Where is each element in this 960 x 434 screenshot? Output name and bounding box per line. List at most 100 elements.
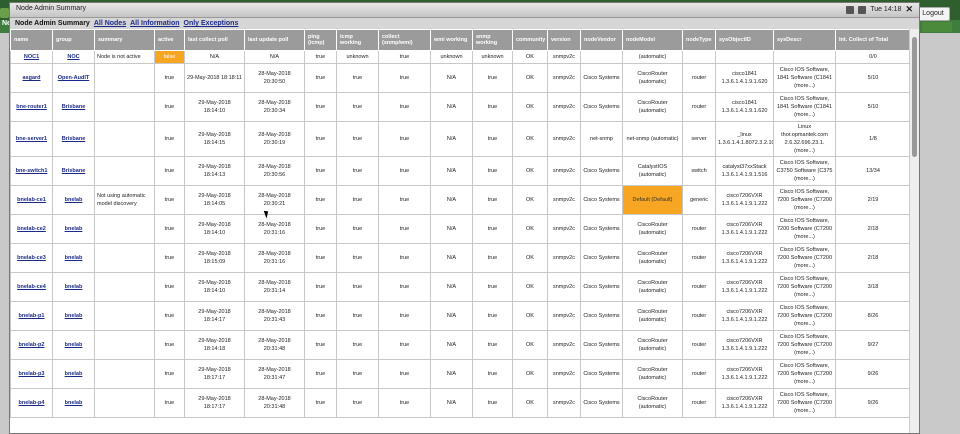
cell-collect: true [378, 301, 431, 331]
node-group-link[interactable]: bnelab [65, 400, 83, 406]
node-group-link[interactable]: bnelab [65, 255, 83, 261]
cell-last_collect: 29-May-2018 18:15:09 [184, 243, 245, 273]
cell-summary: Node is not active [94, 50, 155, 64]
cell-last_collect: 29-May-2018 18:14:10 [184, 272, 245, 302]
cell-icmp: true [336, 388, 379, 418]
desktop-app-icon[interactable] [0, 8, 9, 18]
node-group-link[interactable]: Brisbane [62, 104, 86, 110]
node-name-link[interactable]: bne-router1 [16, 104, 47, 110]
col-header[interactable]: last collect poll [184, 29, 245, 51]
cell-icmp: true [336, 63, 379, 93]
table-header-row: name group summary active last collect p… [10, 29, 911, 51]
cell-wmi: N/A [430, 63, 473, 93]
col-header[interactable]: name [10, 29, 53, 51]
cell-collect: true [378, 388, 431, 418]
node-name-link[interactable]: bnelab-ce3 [17, 255, 46, 261]
window-controls: Tue 14:18 ✕ [846, 4, 913, 15]
cell-type: router [682, 214, 716, 244]
close-icon[interactable]: ✕ [905, 4, 913, 15]
logout-button[interactable]: Logout [916, 7, 950, 21]
cell-ping: true [304, 301, 337, 331]
scrollbar-thumb[interactable] [912, 37, 917, 157]
node-name-link[interactable]: NOC1 [24, 54, 39, 60]
node-group-link[interactable]: bnelab [65, 371, 83, 377]
cell-icmp: true [336, 214, 379, 244]
maximize-icon[interactable] [858, 5, 867, 14]
table-row: asgard Open-AudIT true 29-May-2018 18:18:11… [10, 63, 911, 93]
cell-sysobj: cisco7206VXR 1.3.6.1.4.1.9.1.222 [715, 301, 774, 331]
cell-ping: true [304, 92, 337, 122]
link-all-nodes[interactable]: All Nodes [94, 18, 126, 29]
cell-snmp: true [472, 156, 513, 186]
col-header[interactable]: wmi working [430, 29, 473, 51]
cell-last_update: 28-May-2018 20:30:34 [244, 92, 305, 122]
node-name-link[interactable]: bne-server1 [16, 136, 47, 142]
col-header[interactable]: sysDescr [773, 29, 836, 51]
cell-collect: true [378, 92, 431, 122]
cell-active: true [154, 214, 185, 244]
cell-icmp: unknown [336, 50, 379, 64]
cell-name: bnelab-p4 [10, 388, 53, 418]
vertical-scrollbar[interactable] [909, 29, 919, 433]
cell-community: OK [512, 301, 548, 331]
minimize-icon[interactable] [846, 5, 855, 14]
window-titlebar[interactable]: Node Admin Summary Tue 14:18 ✕ [10, 3, 919, 18]
cell-snmp: true [472, 388, 513, 418]
col-header[interactable]: Int. Collect of Total [835, 29, 911, 51]
node-group-link[interactable]: bnelab [65, 197, 83, 203]
node-name-link[interactable]: bnelab-p2 [19, 342, 45, 348]
node-group-link[interactable]: bnelab [65, 226, 83, 232]
node-name-link[interactable]: bnelab-ce2 [17, 226, 46, 232]
node-group-link[interactable]: Brisbane [62, 168, 86, 174]
node-summary-table: name group summary active last collect p… [10, 29, 911, 418]
cell-name: bnelab-p2 [10, 330, 53, 360]
col-header[interactable]: summary [94, 29, 155, 51]
node-name-link[interactable]: bnelab-p4 [19, 400, 45, 406]
col-header[interactable]: collect (snmp/wmi) [378, 29, 431, 51]
cell-collect: true [378, 185, 431, 215]
node-group-link[interactable]: bnelab [65, 342, 83, 348]
col-header[interactable]: active [154, 29, 185, 51]
col-header[interactable]: group [52, 29, 95, 51]
col-header[interactable]: nodeModel [622, 29, 683, 51]
cell-version: snmpv2c [547, 92, 581, 122]
node-name-link[interactable]: bnelab-p1 [19, 313, 45, 319]
cell-sysobj: cisco1841 1.3.6.1.4.1.9.1.620 [715, 92, 774, 122]
node-group-link[interactable]: Open-AudIT [58, 75, 89, 81]
link-all-information[interactable]: All Information [130, 18, 179, 29]
col-header[interactable]: nodeVendor [580, 29, 623, 51]
col-header[interactable]: community [512, 29, 548, 51]
node-name-link[interactable]: bnelab-ce4 [17, 284, 46, 290]
cell-ping: true [304, 359, 337, 389]
col-header[interactable]: snmp working [472, 29, 513, 51]
cell-group: bnelab [52, 243, 95, 273]
cell-version: snmpv2c [547, 50, 581, 64]
node-name-link[interactable]: bnelab-ce1 [17, 197, 46, 203]
cell-group: bnelab [52, 359, 95, 389]
node-group-link[interactable]: NOC [67, 54, 79, 60]
col-header[interactable]: nodeType [682, 29, 716, 51]
cell-ping: true [304, 63, 337, 93]
node-name-link[interactable]: asgard [22, 75, 40, 81]
col-header[interactable]: icmp working [336, 29, 379, 51]
col-header[interactable]: ping (icmp) [304, 29, 337, 51]
cell-last_collect: 29-May-2018 18:14:05 [184, 185, 245, 215]
col-header[interactable]: version [547, 29, 581, 51]
cell-collect: true [378, 243, 431, 273]
link-only-exceptions[interactable]: Only Exceptions [184, 18, 239, 29]
cell-group: Open-AudIT [52, 63, 95, 93]
node-group-link[interactable]: bnelab [65, 313, 83, 319]
cell-last_update: 28-May-2018 20:31:16 [244, 214, 305, 244]
cell-community: OK [512, 243, 548, 273]
cell-snmp: true [472, 243, 513, 273]
node-name-link[interactable]: bne-switch1 [16, 168, 48, 174]
cell-sysobj: cisco7206VXR 1.3.6.1.4.1.9.1.222 [715, 243, 774, 273]
cell-last_update: 28-May-2018 20:30:56 [244, 156, 305, 186]
col-header[interactable]: last update poll [244, 29, 305, 51]
table-body: NOC1 NOC Node is not active false N/A N/A true… [10, 50, 911, 418]
cell-snmp: true [472, 121, 513, 157]
node-group-link[interactable]: bnelab [65, 284, 83, 290]
col-header[interactable]: sysObjectID [715, 29, 774, 51]
node-group-link[interactable]: Brisbane [62, 136, 86, 142]
node-name-link[interactable]: bnelab-p3 [19, 371, 45, 377]
